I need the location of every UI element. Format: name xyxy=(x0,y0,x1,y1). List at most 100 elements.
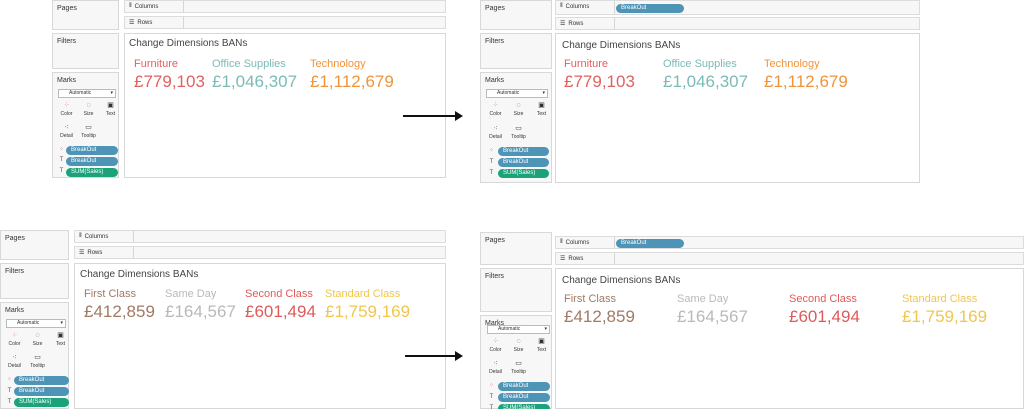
breakout-text-pill[interactable]: BreakOut xyxy=(66,157,118,166)
color-mark-icon: ⁘ xyxy=(58,147,65,153)
ban-label: Furniture xyxy=(134,58,179,70)
breakout-color-pill[interactable]: BreakOut xyxy=(14,376,69,385)
ban-value: £164,567 xyxy=(165,302,236,321)
tooltip-button[interactable]: ▭ Tooltip xyxy=(28,353,47,372)
rows-shelf[interactable]: ☰ Rows xyxy=(124,16,446,29)
tooltip-icon: ▭ xyxy=(515,360,522,367)
view-canvas: Change Dimensions BANs First Class £412,… xyxy=(555,268,1024,409)
breakout-columns-pill[interactable]: BreakOut xyxy=(616,239,684,248)
comparison-stage: Pages Filters Marks Automatic ▾ ⁘ Color ◌ S… xyxy=(0,0,1024,409)
breakout-color-pill[interactable]: BreakOut xyxy=(66,146,118,155)
detail-icon: ⁖ xyxy=(64,124,69,131)
rows-label: Rows xyxy=(568,20,584,27)
size-button[interactable]: ◌ Size xyxy=(79,101,98,120)
mark-type-dropdown[interactable]: Automatic ▾ xyxy=(58,89,116,98)
columns-shelf[interactable]: ⦀ Columns xyxy=(74,230,446,243)
ban-label: Technology xyxy=(764,58,820,70)
columns-shelf[interactable]: ⦀ Columns BreakOut xyxy=(555,0,920,15)
color-button[interactable]: ⁘ Color xyxy=(5,331,24,350)
filters-label: Filters xyxy=(485,273,505,280)
breakout-text-pill[interactable]: BreakOut xyxy=(14,387,69,396)
sum-sales-pill[interactable]: SUM(Sales) xyxy=(66,168,118,177)
mark-type-dropdown[interactable]: Automatic ▾ xyxy=(487,325,550,334)
mark-type-dropdown[interactable]: Automatic ▾ xyxy=(486,89,548,98)
detail-button[interactable]: ⁖ Detail xyxy=(57,123,76,142)
sum-sales-pill[interactable]: SUM(Sales) xyxy=(498,169,549,178)
rows-shelf[interactable]: ☰ Rows xyxy=(555,17,920,30)
breakout-color-pill[interactable]: BreakOut xyxy=(498,147,549,156)
breakout-text-pill[interactable]: BreakOut xyxy=(498,158,549,167)
chevron-down-icon: ▾ xyxy=(110,90,113,96)
detail-button[interactable]: ⁖ Detail xyxy=(486,359,505,378)
ban-label: Same Day xyxy=(677,293,729,305)
breakout-text-pill[interactable]: BreakOut xyxy=(498,393,550,402)
pages-shelf[interactable]: Pages xyxy=(0,230,69,260)
filters-shelf[interactable]: Filters xyxy=(0,263,69,299)
text-mark-icon: T xyxy=(489,170,494,176)
ban-label: First Class xyxy=(564,293,616,305)
marks-label: Marks xyxy=(5,307,25,314)
color-button[interactable]: ⁘ Color xyxy=(486,337,505,356)
tooltip-button[interactable]: ▭ Tooltip xyxy=(79,123,98,142)
marks-card: Marks Automatic ▾ ⁘ Color ◌ Size ▣ Text ⁖ Det… xyxy=(52,72,119,178)
size-button[interactable]: ◌ Size xyxy=(509,337,528,356)
text-button[interactable]: ▣ Text xyxy=(532,101,551,120)
rows-icon: ☰ xyxy=(560,256,566,262)
detail-icon: ⁖ xyxy=(493,360,498,367)
top-after-panel: Pages Filters Marks Automatic ▾ ⁘ Color ◌ S… xyxy=(480,0,920,183)
bottom-before-panel: Pages Filters Marks Automatic ▾ ⁘ Color ◌ S… xyxy=(0,230,446,409)
sum-sales-pill[interactable]: SUM(Sales) xyxy=(498,404,550,409)
filters-shelf[interactable]: Filters xyxy=(52,33,119,69)
chevron-down-icon: ▾ xyxy=(544,326,547,332)
color-dots-icon: ⁘ xyxy=(492,338,499,345)
filters-label: Filters xyxy=(57,38,77,45)
ban-value: £1,759,169 xyxy=(325,302,411,321)
ban-value: £1,759,169 xyxy=(902,307,988,326)
text-button[interactable]: ▣ Text xyxy=(101,101,120,120)
color-mark-icon: ⁘ xyxy=(6,377,13,383)
ban-office-supplies: Office Supplies £1,046,307 xyxy=(212,58,297,92)
filters-shelf[interactable]: Filters xyxy=(480,268,552,312)
rows-shelf[interactable]: ☰ Rows xyxy=(74,246,446,259)
columns-shelf[interactable]: ⦀ Columns xyxy=(124,0,446,13)
breakout-color-pill[interactable]: BreakOut xyxy=(498,382,550,391)
columns-icon: ⦀ xyxy=(79,233,82,239)
columns-shelf[interactable]: ⦀ Columns BreakOut xyxy=(555,236,1024,249)
view-title: Change Dimensions BANs xyxy=(129,38,248,49)
color-button[interactable]: ⁘ Color xyxy=(57,101,76,120)
pages-shelf[interactable]: Pages xyxy=(480,232,552,265)
size-button[interactable]: ◌ Size xyxy=(28,331,47,350)
filters-shelf[interactable]: Filters xyxy=(480,33,552,69)
size-button[interactable]: ◌ Size xyxy=(509,101,528,120)
tooltip-button[interactable]: ▭ Tooltip xyxy=(509,124,528,143)
chevron-down-icon: ▾ xyxy=(542,90,545,96)
ban-value: £1,112,679 xyxy=(310,72,394,91)
marks-label: Marks xyxy=(57,77,77,84)
ban-label: Standard Class xyxy=(325,288,401,300)
detail-button[interactable]: ⁖ Detail xyxy=(486,124,505,143)
text-button[interactable]: ▣ Text xyxy=(532,337,551,356)
pages-shelf[interactable]: Pages xyxy=(480,0,552,30)
text-icon: ▣ xyxy=(107,102,114,109)
ban-first-class: First Class £412,859 xyxy=(84,288,155,322)
size-icon: ◌ xyxy=(35,332,40,339)
detail-icon: ⁖ xyxy=(12,354,17,361)
sum-sales-pill[interactable]: SUM(Sales) xyxy=(14,398,69,407)
tooltip-button[interactable]: ▭ Tooltip xyxy=(509,359,528,378)
detail-button[interactable]: ⁖ Detail xyxy=(5,353,24,372)
breakout-columns-pill[interactable]: BreakOut xyxy=(616,4,684,13)
mark-type-dropdown[interactable]: Automatic ▾ xyxy=(6,319,66,328)
text-mark-icon: T xyxy=(489,394,494,400)
pages-shelf[interactable]: Pages xyxy=(52,0,119,30)
color-button[interactable]: ⁘ Color xyxy=(486,101,505,120)
text-mark-icon: T xyxy=(489,159,494,165)
size-icon: ◌ xyxy=(516,102,521,109)
text-button[interactable]: ▣ Text xyxy=(51,331,70,350)
columns-icon: ⦀ xyxy=(560,3,563,9)
pages-label: Pages xyxy=(485,5,505,12)
rows-shelf[interactable]: ☰ Rows xyxy=(555,252,1024,265)
columns-label: Columns xyxy=(565,239,590,246)
view-canvas: Change Dimensions BANs Furniture £779,10… xyxy=(555,33,920,183)
top-before-panel: Pages Filters Marks Automatic ▾ ⁘ Color ◌ S… xyxy=(52,0,446,178)
text-mark-icon: T xyxy=(59,157,64,163)
